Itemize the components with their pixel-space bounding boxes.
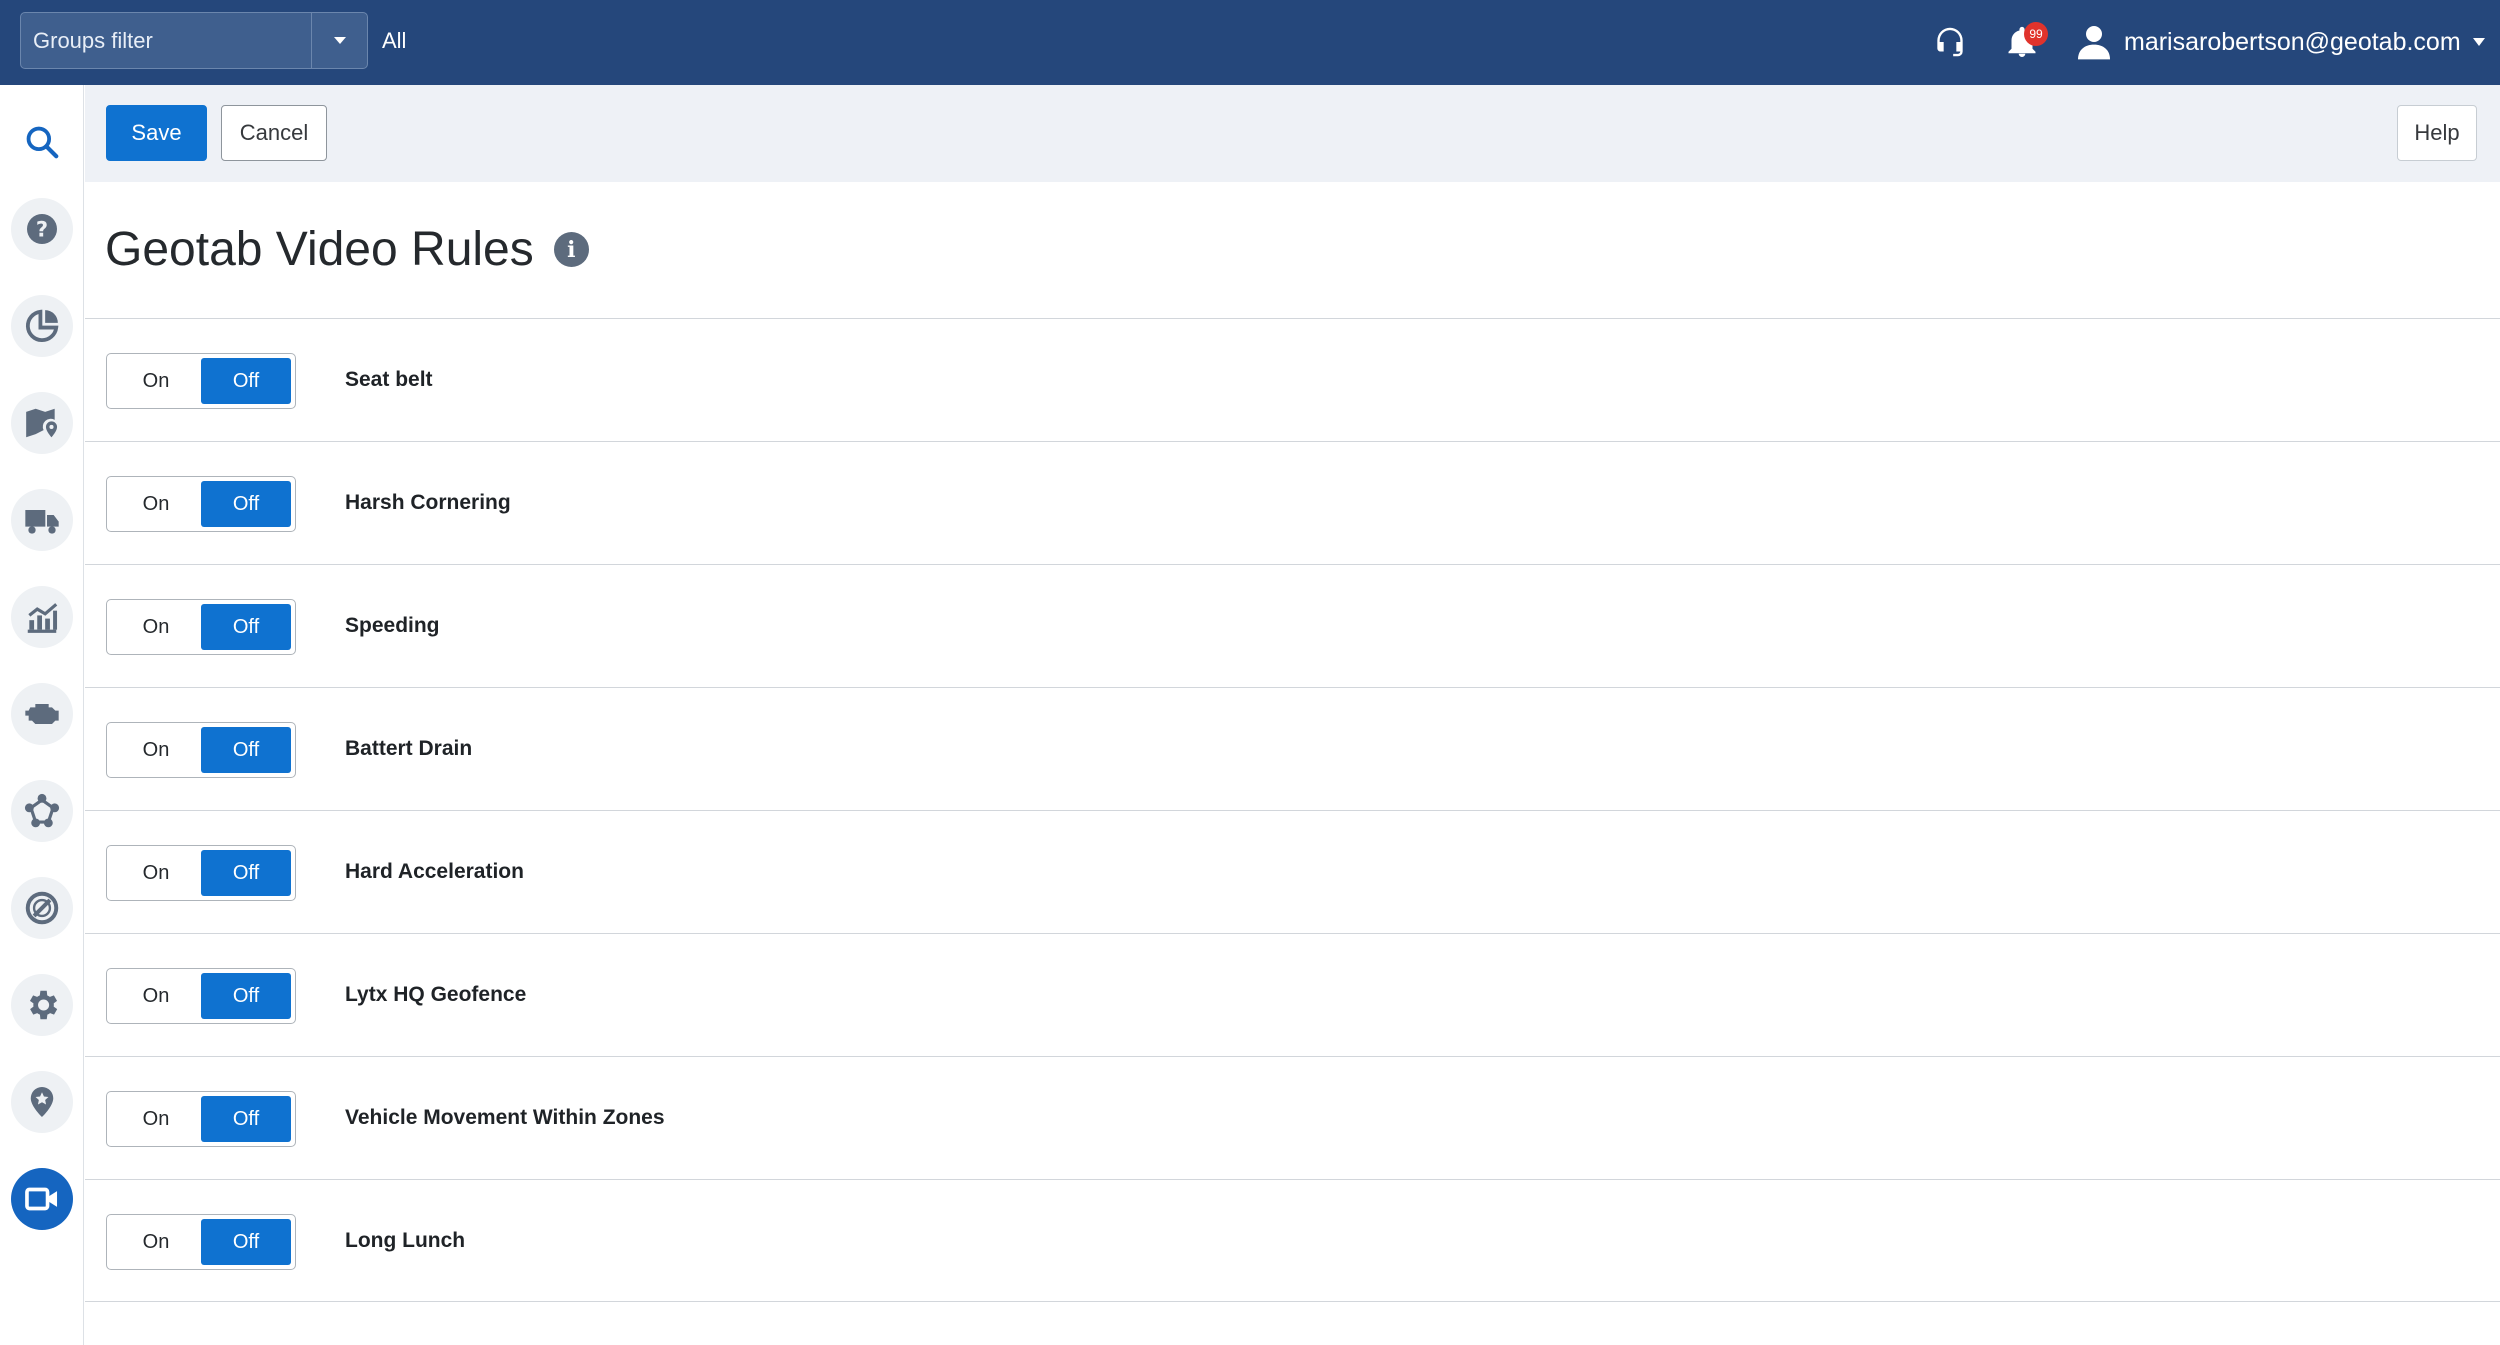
marketplace-pin-icon[interactable] — [11, 1071, 73, 1133]
help-button[interactable]: Help — [2397, 105, 2477, 161]
toggle-off-option[interactable]: Off — [201, 850, 291, 896]
toggle-on-option[interactable]: On — [111, 358, 201, 404]
svg-text:?: ? — [36, 218, 48, 242]
user-menu[interactable]: marisarobertson@geotab.com — [2078, 20, 2485, 64]
toggle-on-option[interactable]: On — [111, 973, 201, 1019]
user-menu-caret-icon — [2472, 38, 2485, 46]
rule-name: Vehicle Movement Within Zones — [345, 1106, 665, 1129]
search-icon[interactable] — [11, 111, 73, 173]
help-icon[interactable]: ? — [11, 198, 73, 260]
toggle-off-option[interactable]: Off — [201, 358, 291, 404]
vehicle-truck-icon[interactable] — [11, 489, 73, 551]
rule-row: On Off Vehicle Movement Within Zones — [85, 1056, 2500, 1179]
rule-row: On Off Battert Drain — [85, 687, 2500, 810]
rule-name: Hard Acceleration — [345, 860, 524, 883]
rule-row: On Off Harsh Cornering — [85, 441, 2500, 564]
groups-filter-value: All — [382, 28, 407, 53]
rule-on-off-toggle[interactable]: On Off — [106, 722, 296, 778]
toggle-off-option[interactable]: Off — [201, 481, 291, 527]
user-email: marisarobertson@geotab.com — [2124, 27, 2461, 56]
video-camera-icon[interactable] — [11, 1168, 73, 1230]
page-header: Geotab Video Rules i — [105, 222, 589, 277]
toggle-on-option[interactable]: On — [111, 727, 201, 773]
cancel-button[interactable]: Cancel — [221, 105, 327, 161]
toggle-on-option[interactable]: On — [111, 850, 201, 896]
page-title: Geotab Video Rules — [105, 223, 534, 276]
support-headset-icon[interactable] — [1928, 20, 1972, 64]
rule-on-off-toggle[interactable]: On Off — [106, 353, 296, 409]
notification-count-badge: 99 — [2024, 22, 2048, 46]
toggle-on-option[interactable]: On — [111, 1096, 201, 1142]
rule-row: On Off Speeding — [85, 564, 2500, 687]
rule-on-off-toggle[interactable]: On Off — [106, 476, 296, 532]
rule-row: On Off Seat belt — [85, 318, 2500, 441]
rules-network-icon[interactable] — [11, 780, 73, 842]
rule-on-off-toggle[interactable]: On Off — [106, 1214, 296, 1270]
top-bar: Groups filter All 99 marisarobertson@geo… — [0, 0, 2500, 85]
rule-name: Speeding — [345, 614, 440, 637]
rule-on-off-toggle[interactable]: On Off — [106, 599, 296, 655]
toggle-off-option[interactable]: Off — [201, 1219, 291, 1265]
groups-filter-dropdown[interactable]: Groups filter — [20, 12, 368, 69]
info-icon[interactable]: i — [553, 232, 589, 267]
toggle-on-option[interactable]: On — [111, 604, 201, 650]
rule-on-off-toggle[interactable]: On Off — [106, 1091, 296, 1147]
dashboard-pie-icon[interactable] — [11, 295, 73, 357]
toggle-off-option[interactable]: Off — [201, 604, 291, 650]
rule-row: On Off Hard Acceleration — [85, 810, 2500, 933]
save-button[interactable]: Save — [106, 105, 207, 161]
rule-name: Lytx HQ Geofence — [345, 983, 527, 1006]
toggle-on-option[interactable]: On — [111, 1219, 201, 1265]
exceptions-block-icon[interactable] — [11, 877, 73, 939]
activity-chart-icon[interactable] — [11, 586, 73, 648]
rule-row: On Off Long Lunch — [85, 1179, 2500, 1302]
user-avatar-icon — [2078, 26, 2110, 60]
rule-name: Seat belt — [345, 368, 433, 391]
toggle-off-option[interactable]: Off — [201, 973, 291, 1019]
toggle-off-option[interactable]: Off — [201, 1096, 291, 1142]
rule-name: Battert Drain — [345, 737, 473, 760]
sidebar-nav: ? — [0, 85, 84, 1345]
toolbar: Save Cancel Help — [85, 85, 2500, 182]
rules-list: On Off Seat belt On Off Harsh Cornering On Off S… — [85, 318, 2500, 1302]
engine-icon[interactable] — [11, 683, 73, 745]
rule-on-off-toggle[interactable]: On Off — [106, 845, 296, 901]
map-icon[interactable] — [11, 392, 73, 454]
rule-on-off-toggle[interactable]: On Off — [106, 968, 296, 1024]
rule-name: Long Lunch — [345, 1229, 466, 1252]
rule-row: On Off Lytx HQ Geofence — [85, 933, 2500, 1056]
settings-gear-icon[interactable] — [11, 974, 73, 1036]
toggle-on-option[interactable]: On — [111, 481, 201, 527]
rule-name: Harsh Cornering — [345, 491, 511, 514]
toggle-off-option[interactable]: Off — [201, 727, 291, 773]
groups-filter-label: Groups filter — [21, 13, 312, 68]
chevron-down-icon[interactable] — [312, 13, 367, 68]
